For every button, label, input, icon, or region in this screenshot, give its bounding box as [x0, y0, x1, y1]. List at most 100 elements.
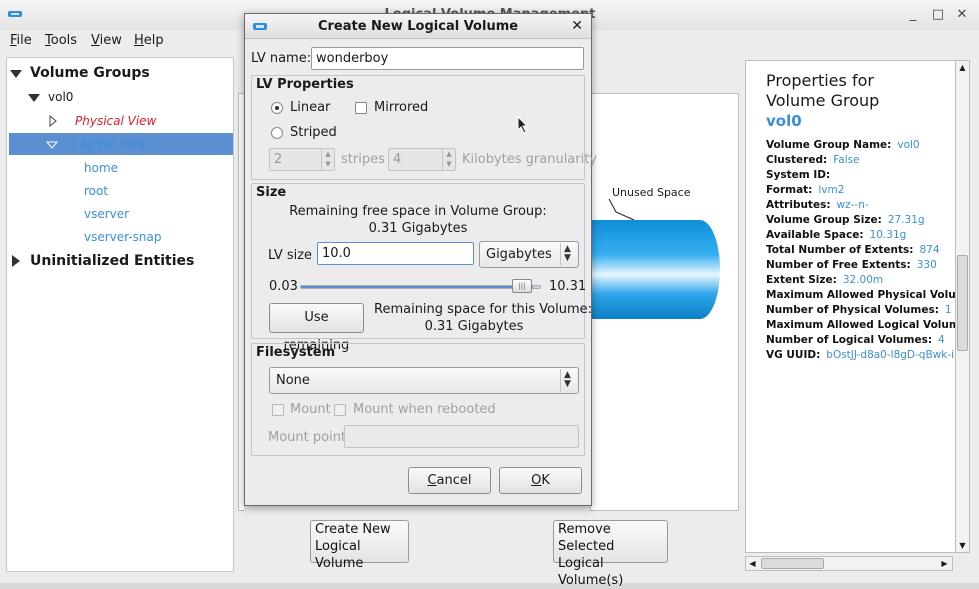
scroll-down-icon[interactable]: ▼: [957, 540, 968, 551]
property-value: False: [833, 154, 860, 166]
expander-right-icon[interactable]: [49, 115, 57, 127]
maximize-button[interactable]: □: [929, 6, 947, 24]
property-key: Extent Size:: [766, 274, 837, 286]
hscroll-thumb[interactable]: [761, 558, 824, 569]
property-row: Maximum Allowed Physical Volumes:: [766, 289, 970, 301]
property-value: 1: [944, 304, 952, 316]
mirrored-checkbox[interactable]: [355, 102, 367, 114]
menu-tools[interactable]: Tools: [45, 33, 77, 48]
tree-item-logical-view[interactable]: Logical View: [9, 133, 233, 155]
property-row: Volume Group Size: 27.31g: [766, 214, 925, 226]
lv-name-label: LV name:: [251, 51, 312, 66]
tree-item-lv[interactable]: home: [84, 157, 118, 179]
property-key: Maximum Allowed Physical Volumes:: [766, 289, 970, 301]
cancel-button[interactable]: Cancel: [408, 467, 491, 494]
granularity-combo[interactable]: 4 ▲ ▼: [388, 148, 456, 171]
lv-size-label: LV size: [268, 248, 313, 263]
property-key: Format:: [766, 184, 813, 196]
close-button[interactable]: ✕: [953, 6, 971, 24]
property-key: Number of Physical Volumes:: [766, 304, 939, 316]
create-lv-button[interactable]: Create New Logical Volume: [310, 520, 409, 571]
tree-item-physical-view[interactable]: Physical View: [7, 110, 233, 132]
tree-item-volume-groups[interactable]: Volume Groups: [7, 62, 233, 84]
property-row: Total Number of Extents: 874: [766, 244, 940, 256]
lv-size-input[interactable]: 10.0: [317, 242, 474, 265]
mount-reboot-checkbox[interactable]: [334, 404, 346, 416]
cancel-mnemonic: C: [427, 473, 437, 488]
minimize-button[interactable]: _: [904, 6, 922, 24]
property-row: Format: lvm2: [766, 184, 844, 196]
remove-lv-button-line1: Remove Selected: [558, 522, 615, 554]
property-key: Number of Free Extents:: [766, 259, 911, 271]
remaining-lv-line1: Remaining space for this Volume:: [374, 302, 593, 317]
property-row: System ID:: [766, 169, 836, 181]
scroll-right-icon[interactable]: ▶: [939, 558, 950, 569]
property-key: System ID:: [766, 169, 831, 181]
properties-vscrollbar[interactable]: ▲ ▼: [955, 60, 970, 553]
expander-right-icon[interactable]: [12, 255, 20, 267]
property-value: bOstJJ-d8a0-l8gD-qBwk-irk: [826, 349, 965, 361]
use-remaining-button[interactable]: Use remaining: [269, 303, 364, 353]
spin-arrows-icon[interactable]: ▲ ▼: [321, 149, 334, 170]
properties-hscrollbar[interactable]: ◀ ▶: [745, 556, 953, 571]
menu-file[interactable]: File: [10, 33, 32, 48]
mount-checkbox[interactable]: [272, 404, 284, 416]
properties-panel: Properties for Volume Group vol0 Volume …: [745, 60, 970, 553]
size-unit-value: Gigabytes: [486, 247, 552, 262]
dialog-titlebar: Create New Logical Volume ✕: [245, 14, 591, 39]
properties-heading: Properties for Volume Group: [766, 71, 879, 111]
property-row: VG UUID: bOstJJ-d8a0-l8gD-qBwk-irk: [766, 349, 964, 361]
size-unit-combo[interactable]: Gigabytes ▲ ▼: [479, 241, 579, 268]
scroll-up-icon[interactable]: ▲: [957, 62, 968, 73]
ok-button[interactable]: OK: [499, 467, 582, 494]
app-icon: [8, 11, 22, 17]
linear-radio[interactable]: [271, 102, 283, 114]
menu-help[interactable]: Help: [134, 33, 164, 48]
tree-item-lv[interactable]: root: [84, 180, 108, 202]
lv-properties-title: LV Properties: [256, 77, 354, 92]
stripes-spinner[interactable]: 2 ▲ ▼: [269, 148, 335, 171]
mount-point-input[interactable]: [344, 425, 579, 448]
create-lv-dialog: Create New Logical Volume ✕ LV name: won…: [244, 13, 597, 506]
filesystem-combo[interactable]: None ▲ ▼: [269, 367, 579, 394]
slider-thumb[interactable]: |||: [512, 279, 532, 293]
remove-lv-button[interactable]: Remove Selected Logical Volume(s): [553, 520, 668, 588]
property-row: Number of Free Extents: 330: [766, 259, 937, 271]
cancel-label: ancel: [436, 473, 472, 488]
menu-view-mnemonic: V: [91, 33, 100, 48]
tree-label-uninitialized: Uninitialized Entities: [30, 253, 195, 269]
dialog-close-icon[interactable]: ✕: [571, 18, 583, 34]
expander-down-icon[interactable]: [28, 94, 40, 102]
property-key: Volume Group Size:: [766, 214, 882, 226]
property-value: 874: [919, 244, 940, 256]
menu-view[interactable]: View: [91, 33, 122, 48]
expander-down-icon[interactable]: [46, 141, 58, 149]
tree-item-uninitialized[interactable]: Uninitialized Entities: [7, 250, 233, 272]
combo-arrows-icon: ▲ ▼: [560, 369, 574, 392]
volume-tree: Volume Groups vol0 Physical View Logical…: [6, 57, 234, 572]
combo-arrows-icon[interactable]: ▲ ▼: [442, 149, 455, 170]
property-value: 4: [938, 334, 945, 346]
mouse-cursor-icon: [517, 116, 529, 134]
unused-space-cylinder[interactable]: [592, 219, 722, 320]
striped-radio[interactable]: [271, 127, 283, 139]
tree-item-lv[interactable]: vserver-snap: [84, 226, 161, 248]
slider-min-label: 0.03: [269, 279, 298, 294]
vscroll-thumb[interactable]: [957, 255, 968, 351]
slider-max-label: 10.31: [549, 279, 587, 294]
size-title: Size: [256, 185, 287, 200]
lv-name-input[interactable]: wonderboy: [311, 47, 584, 70]
property-row: Volume Group Name: vol0: [766, 139, 920, 151]
property-key: Available Space:: [766, 229, 864, 241]
tree-item-lv[interactable]: vserver: [84, 203, 129, 225]
tree-item-vg[interactable]: vol0: [7, 86, 233, 108]
tree-label-logical-view: Logical View: [73, 137, 148, 151]
linear-label: Linear: [290, 100, 331, 115]
striped-label: Striped: [290, 125, 337, 140]
create-lv-button-line2: Logical Volume: [315, 539, 364, 571]
properties-vg-name: vol0: [766, 112, 802, 130]
lv-size-slider[interactable]: [300, 285, 541, 289]
expander-down-icon[interactable]: [10, 70, 22, 78]
stripes-label: stripes: [341, 152, 385, 167]
scroll-left-icon[interactable]: ◀: [747, 558, 758, 569]
